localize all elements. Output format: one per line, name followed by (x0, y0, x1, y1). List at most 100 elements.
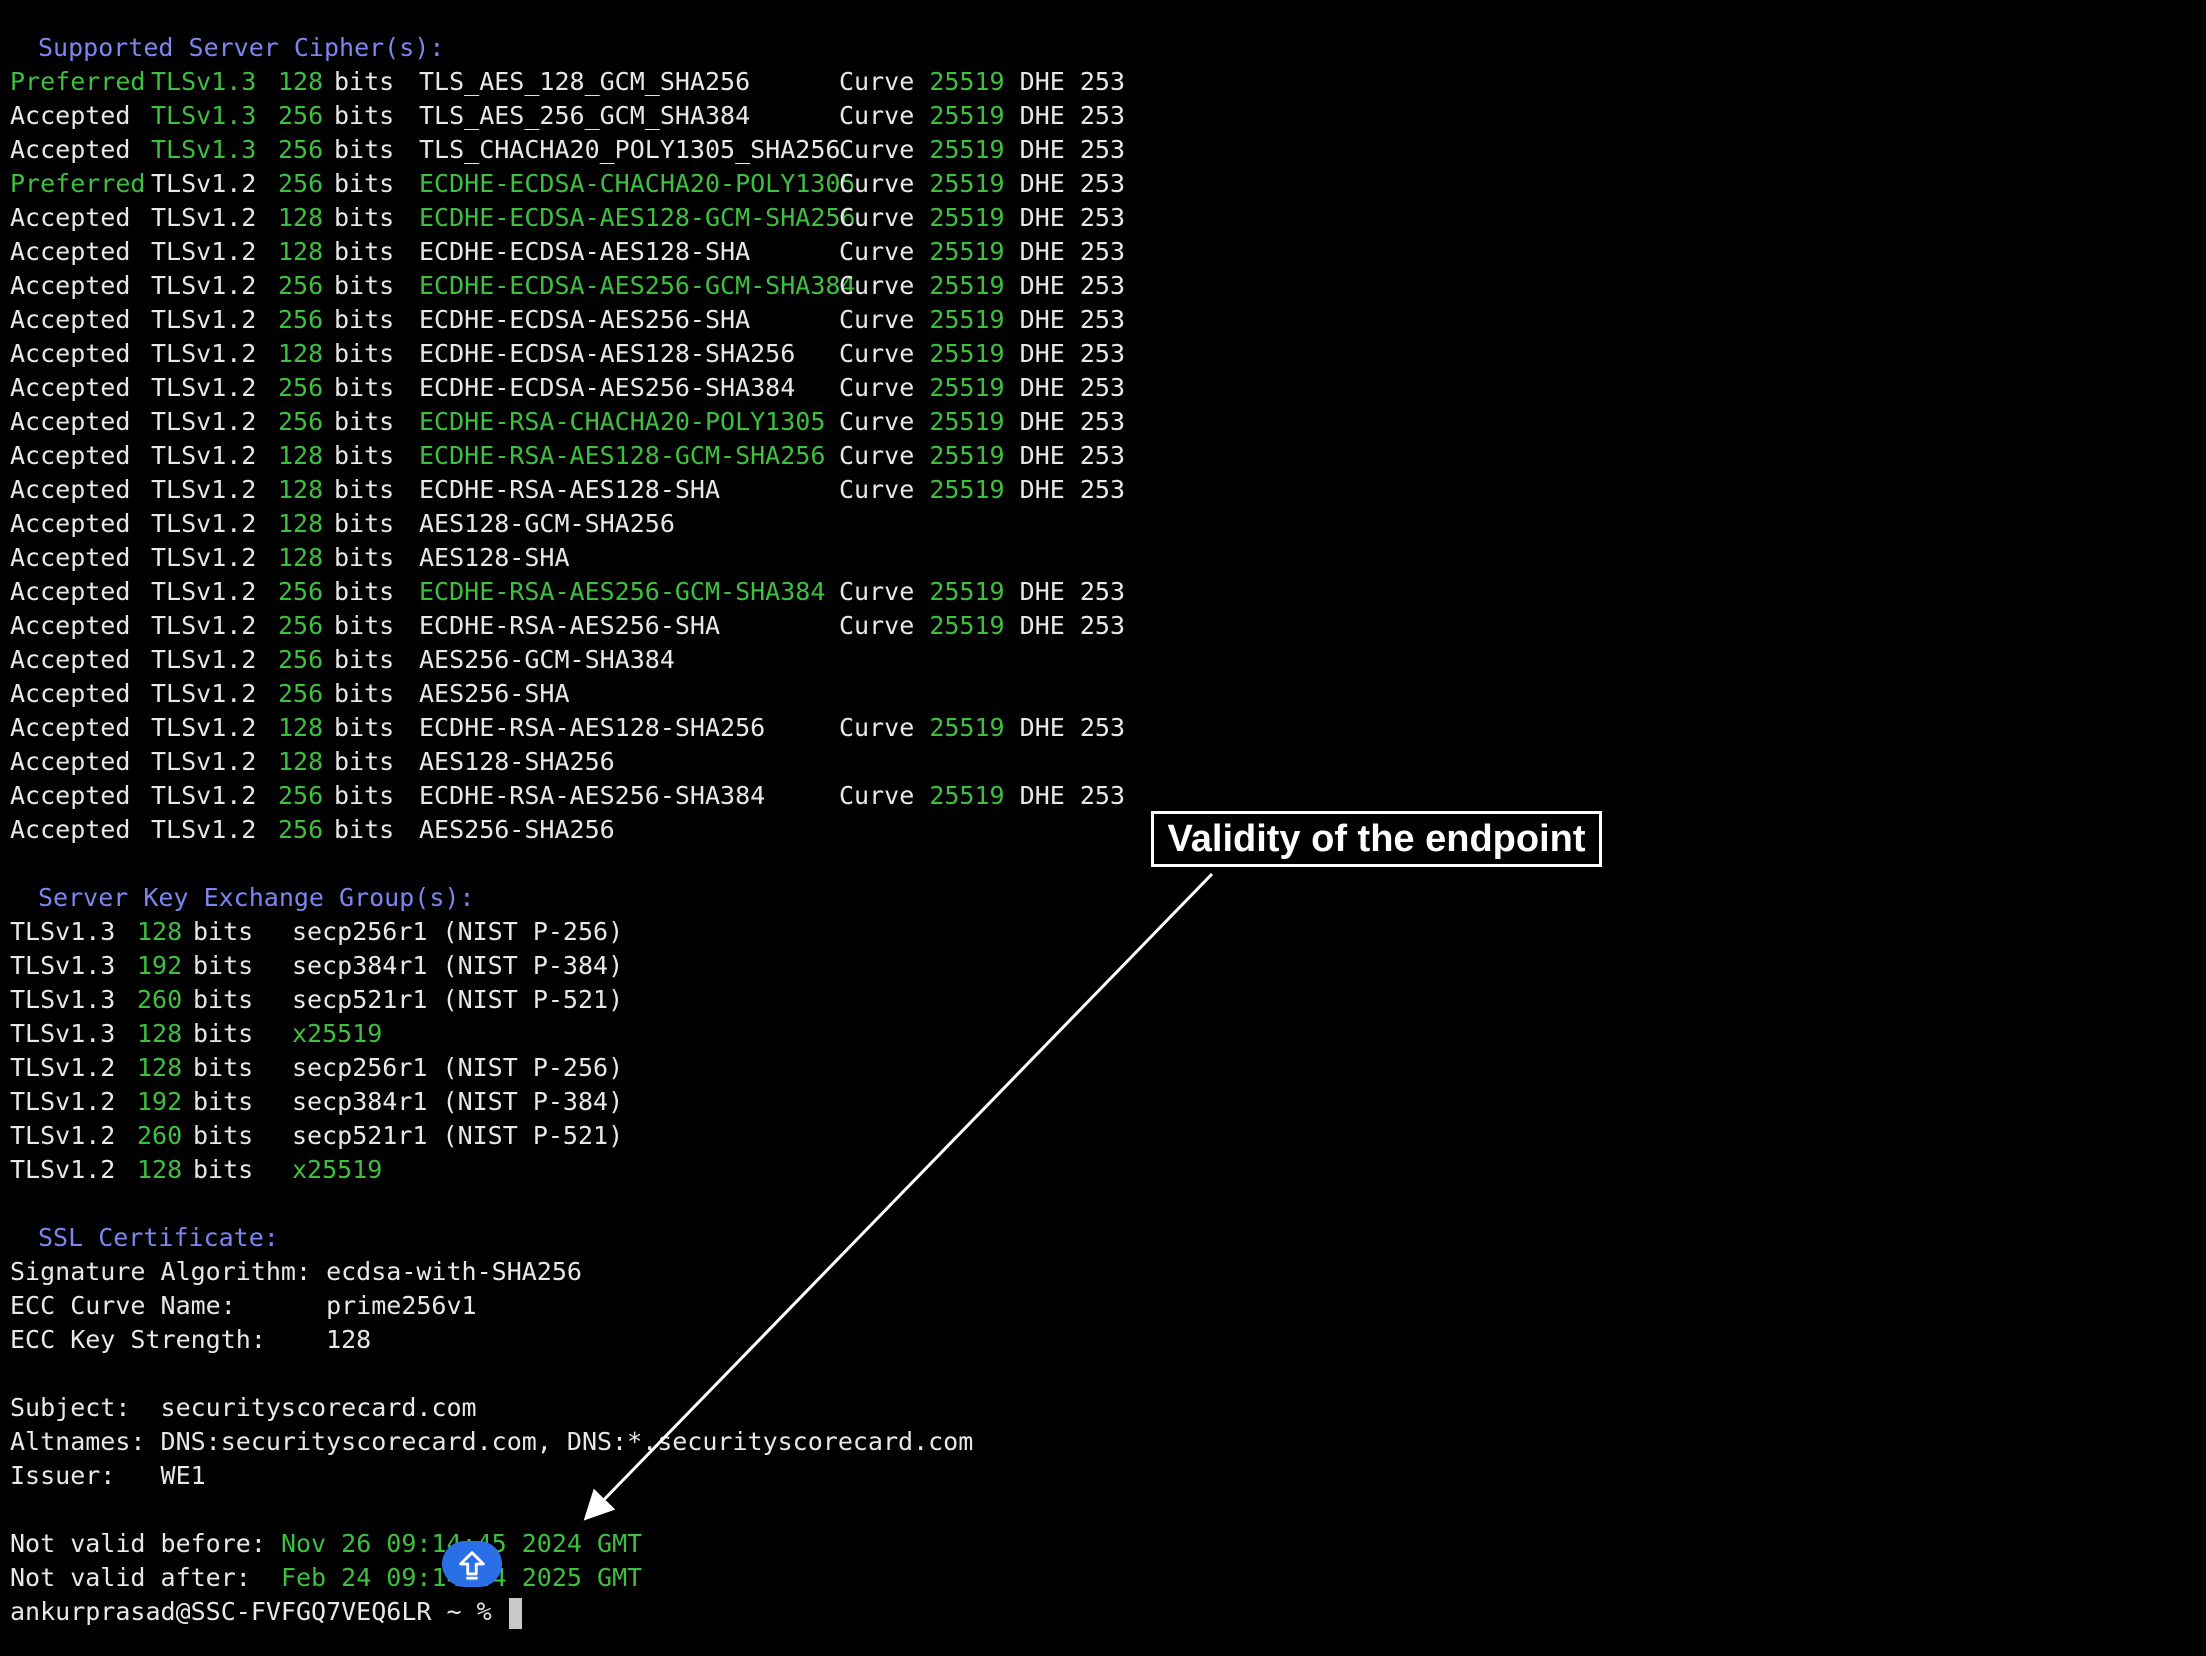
cipher-status: Accepted (10, 679, 131, 708)
cipher-curve-label: Curve (839, 475, 915, 504)
cipher-dhe: DHE 253 (1019, 169, 1126, 198)
cipher-name: AES128-SHA (419, 543, 570, 572)
cipher-bits: 256 (278, 679, 324, 708)
cipher-dhe: DHE 253 (1019, 373, 1126, 402)
cipher-bits: 256 (278, 271, 324, 300)
cipher-protocol: TLSv1.2 (151, 645, 257, 674)
cipher-dhe: DHE 253 (1019, 781, 1126, 810)
cipher-dhe: DHE 253 (1019, 237, 1126, 266)
cipher-bits-unit: bits (334, 611, 395, 640)
kex-bits-unit: bits (193, 985, 254, 1014)
cert-subject-row: Subject: securityscorecard.com (10, 1391, 477, 1425)
kex-bits: 128 (137, 917, 183, 946)
cipher-dhe: DHE 253 (1019, 305, 1126, 334)
cipher-curve-value: 25519 (929, 713, 1005, 742)
cipher-status: Accepted (10, 441, 131, 470)
cipher-row: Accepted TLSv1.2 128 bits ECDHE-ECDSA-AES128… (10, 201, 1125, 235)
cipher-name: ECDHE-ECDSA-AES256-SHA (419, 305, 751, 334)
cipher-curve-label: Curve (839, 203, 915, 232)
kex-bits-unit: bits (193, 1155, 254, 1184)
cipher-bits-unit: bits (334, 373, 395, 402)
cipher-status: Accepted (10, 713, 131, 742)
cert-issuer-label: Issuer: (10, 1461, 161, 1490)
cipher-curve-value: 25519 (929, 577, 1005, 606)
cert-signature-label: Signature Algorithm: (10, 1257, 327, 1286)
cipher-protocol: TLSv1.2 (151, 237, 257, 266)
cipher-row: Accepted TLSv1.2 128 bits ECDHE-RSA-AES128-S… (10, 711, 1125, 745)
cipher-bits-unit: bits (334, 101, 395, 130)
cipher-bits: 128 (278, 543, 324, 572)
cipher-protocol: TLSv1.2 (151, 475, 257, 504)
kex-protocol: TLSv1.2 (10, 1121, 116, 1150)
cipher-status: Accepted (10, 101, 131, 130)
cipher-status: Accepted (10, 407, 131, 436)
cipher-curve-value: 25519 (929, 611, 1005, 640)
cipher-curve-label: Curve (839, 407, 915, 436)
cipher-status: Accepted (10, 747, 131, 776)
cipher-curve-label: Curve (839, 169, 915, 198)
cert-altnames-label: Altnames: (10, 1427, 161, 1456)
cipher-bits-unit: bits (334, 679, 395, 708)
cipher-row: Accepted TLSv1.2 256 bits ECDHE-RSA-AES256-S… (10, 779, 1125, 813)
cipher-bits-unit: bits (334, 169, 395, 198)
cipher-dhe: DHE 253 (1019, 407, 1126, 436)
scroll-to-top-button[interactable] (442, 1541, 502, 1587)
cipher-bits: 256 (278, 645, 324, 674)
kex-protocol: TLSv1.3 (10, 917, 116, 946)
cert-signature-value: ecdsa-with-SHA256 (326, 1257, 582, 1286)
kex-group-name: secp521r1 (NIST P-521) (292, 985, 624, 1014)
cert-heading: SSL Certificate: (38, 1223, 279, 1252)
cipher-status: Accepted (10, 509, 131, 538)
text-cursor (508, 1597, 522, 1629)
cipher-bits-unit: bits (334, 407, 395, 436)
kex-bits-unit: bits (193, 1087, 254, 1116)
cipher-dhe: DHE 253 (1019, 135, 1126, 164)
cert-not-before-row: Not valid before: Nov 26 09:14:45 2024 G… (10, 1527, 642, 1561)
cipher-status: Accepted (10, 577, 131, 606)
cipher-dhe: DHE 253 (1019, 713, 1126, 742)
cipher-row: Accepted TLSv1.2 128 bits AES128-GCM-SHA256 (10, 507, 839, 541)
cipher-bits-unit: bits (334, 645, 395, 674)
cipher-curve-value: 25519 (929, 305, 1005, 334)
cipher-row: Accepted TLSv1.2 256 bits AES256-SHA (10, 677, 839, 711)
cipher-curve-value: 25519 (929, 101, 1005, 130)
cipher-status: Accepted (10, 339, 131, 368)
cipher-protocol: TLSv1.2 (151, 815, 257, 844)
cipher-name: ECDHE-RSA-AES256-SHA (419, 611, 721, 640)
cipher-name: TLS_AES_256_GCM_SHA384 (419, 101, 751, 130)
arrow-up-icon (459, 1551, 485, 1580)
cipher-status: Accepted (10, 373, 131, 402)
kex-protocol: TLSv1.3 (10, 1019, 116, 1048)
cipher-curve-value: 25519 (929, 407, 1005, 436)
cipher-bits: 256 (278, 815, 324, 844)
kex-bits: 260 (137, 985, 183, 1014)
cipher-row: Accepted TLSv1.2 128 bits ECDHE-RSA-AES128-G… (10, 439, 1125, 473)
terminal-window[interactable]: Supported Server Cipher(s): Preferred TLS… (0, 0, 2206, 1656)
cipher-bits-unit: bits (334, 237, 395, 266)
cipher-name: ECDHE-RSA-AES256-GCM-SHA384 (419, 577, 826, 606)
kex-row: TLSv1.3 128 bits x25519 (10, 1017, 382, 1051)
cipher-row: Accepted TLSv1.2 256 bits ECDHE-ECDSA-AES256… (10, 303, 1125, 337)
shell-prompt-row[interactable]: ankurprasad@SSC-FVFGQ7VEQ6LR ~ % (10, 1595, 522, 1629)
cert-strength-label: ECC Key Strength: (10, 1325, 327, 1354)
cipher-bits: 128 (278, 475, 324, 504)
cipher-curve-label: Curve (839, 67, 915, 96)
kex-protocol: TLSv1.3 (10, 985, 116, 1014)
cipher-status: Accepted (10, 543, 131, 572)
cipher-curve-label: Curve (839, 781, 915, 810)
cert-curve-value: prime256v1 (326, 1291, 477, 1320)
annotation-callout: Validity of the endpoint (1151, 811, 1602, 867)
cipher-protocol: TLSv1.2 (151, 441, 257, 470)
cipher-curve-value: 25519 (929, 67, 1005, 96)
cipher-dhe: DHE 253 (1019, 611, 1126, 640)
cipher-bits: 256 (278, 407, 324, 436)
cipher-curve-label: Curve (839, 713, 915, 742)
cipher-curve-value: 25519 (929, 339, 1005, 368)
cipher-row: Accepted TLSv1.2 256 bits ECDHE-RSA-AES256-S… (10, 609, 1125, 643)
cipher-dhe: DHE 253 (1019, 577, 1126, 606)
cipher-curve-value: 25519 (929, 135, 1005, 164)
cipher-dhe: DHE 253 (1019, 475, 1126, 504)
cipher-protocol: TLSv1.2 (151, 781, 257, 810)
kex-group-name: x25519 (292, 1019, 383, 1048)
cipher-bits-unit: bits (334, 781, 395, 810)
